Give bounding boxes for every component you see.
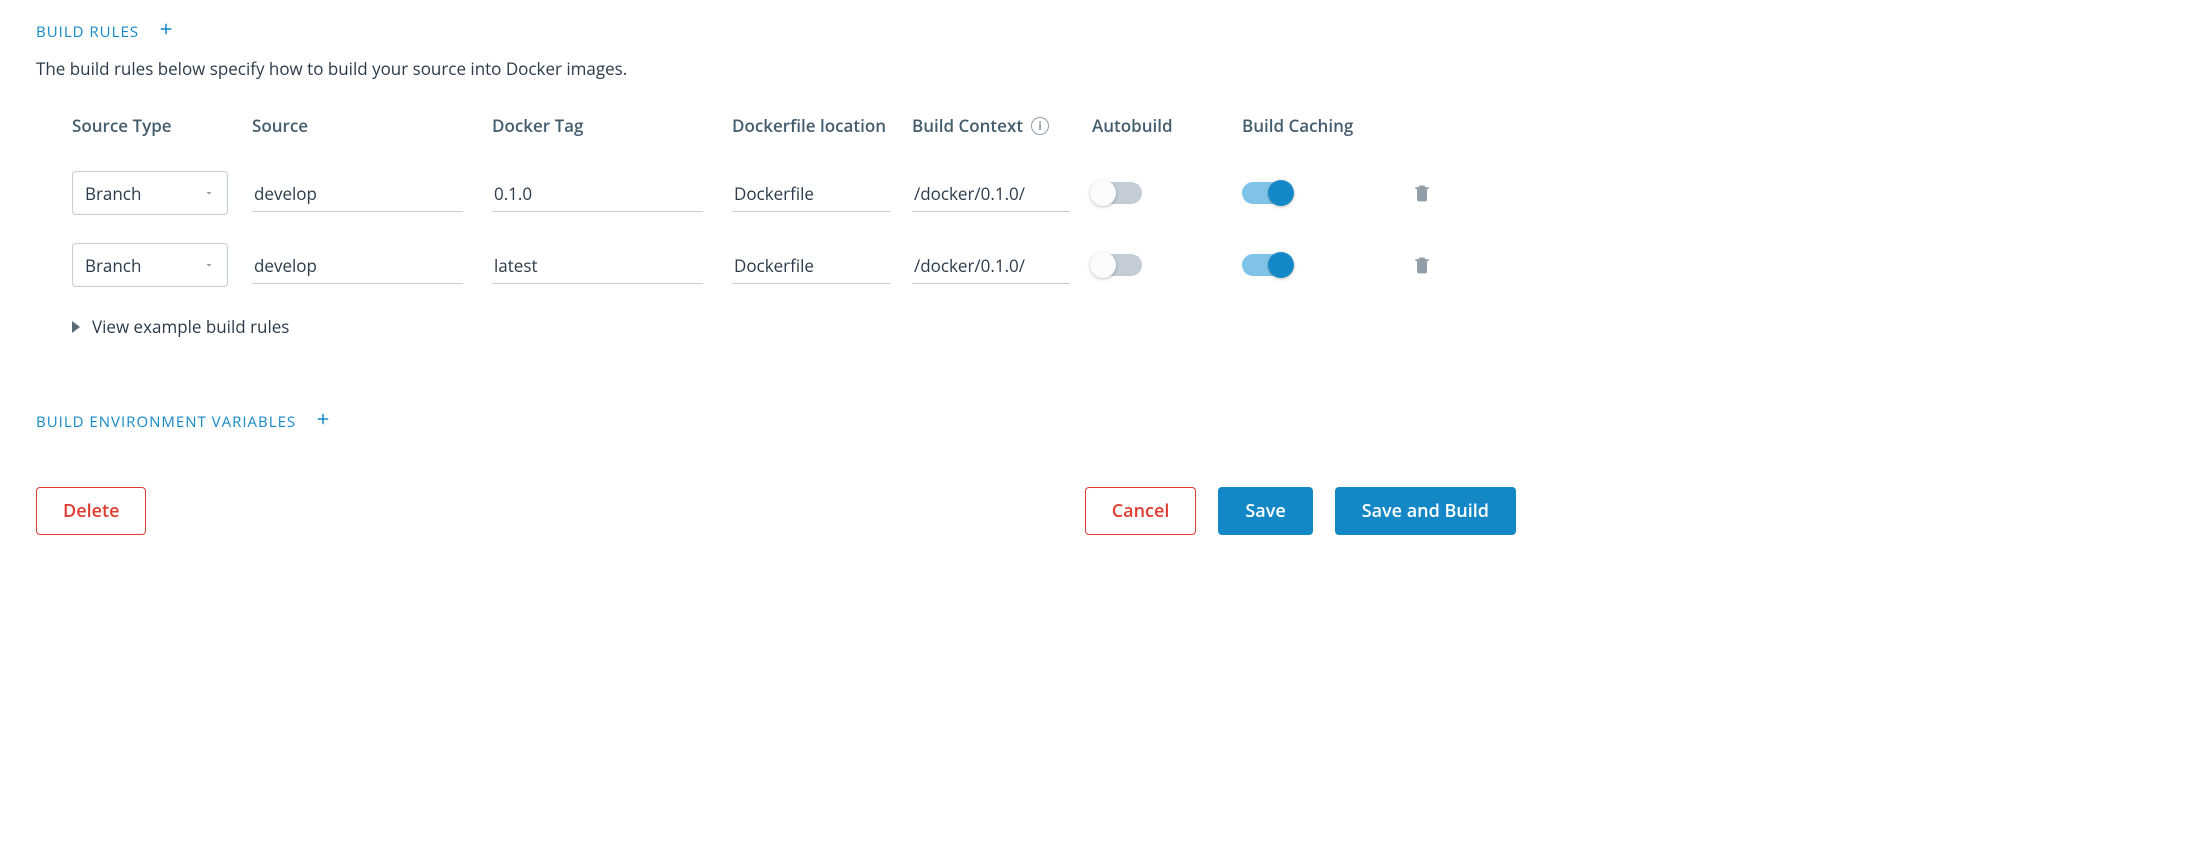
build-context-input[interactable]: [912, 174, 1070, 212]
build-rules-table: Source Type Source Docker Tag Dockerfile…: [36, 114, 1516, 338]
env-vars-title: BUILD ENVIRONMENT VARIABLES: [36, 412, 296, 432]
chevron-down-icon: [203, 187, 215, 199]
col-source-type: Source Type: [72, 114, 252, 137]
build-rules-title: BUILD RULES: [36, 22, 139, 42]
docker-tag-input[interactable]: [492, 174, 703, 212]
autobuild-toggle[interactable]: [1092, 182, 1142, 204]
col-build-context: Build Context i: [912, 114, 1092, 137]
source-type-value: Branch: [85, 254, 141, 277]
delete-row-button[interactable]: [1392, 254, 1452, 276]
chevron-down-icon: [203, 259, 215, 271]
build-caching-toggle[interactable]: [1242, 254, 1292, 276]
dockerfile-location-input[interactable]: [732, 246, 890, 284]
add-env-var-button[interactable]: [314, 410, 332, 433]
build-rules-description: The build rules below specify how to bui…: [36, 57, 2166, 80]
col-build-caching: Build Caching: [1242, 114, 1392, 137]
docker-tag-input[interactable]: [492, 246, 703, 284]
dockerfile-location-input[interactable]: [732, 174, 890, 212]
cancel-button[interactable]: Cancel: [1085, 487, 1197, 535]
autobuild-toggle[interactable]: [1092, 254, 1142, 276]
build-caching-toggle[interactable]: [1242, 182, 1292, 204]
source-type-select[interactable]: Branch: [72, 243, 228, 287]
col-docker-tag: Docker Tag: [492, 114, 732, 137]
chevron-right-icon: [72, 321, 80, 333]
source-input[interactable]: [252, 174, 463, 212]
source-input[interactable]: [252, 246, 463, 284]
trash-icon: [1412, 254, 1432, 276]
view-example-build-rules[interactable]: View example build rules: [72, 315, 1516, 338]
add-build-rule-button[interactable]: [157, 20, 175, 43]
table-row: Branch: [72, 229, 1516, 301]
build-context-input[interactable]: [912, 246, 1070, 284]
trash-icon: [1412, 182, 1432, 204]
delete-button[interactable]: Delete: [36, 487, 146, 535]
info-icon[interactable]: i: [1031, 117, 1049, 135]
save-and-build-button[interactable]: Save and Build: [1335, 487, 1516, 535]
col-source: Source: [252, 114, 492, 137]
source-type-select[interactable]: Branch: [72, 171, 228, 215]
save-button[interactable]: Save: [1218, 487, 1312, 535]
col-autobuild: Autobuild: [1092, 114, 1242, 137]
col-dockerfile-location: Dockerfile location: [732, 114, 912, 137]
source-type-value: Branch: [85, 182, 141, 205]
delete-row-button[interactable]: [1392, 182, 1452, 204]
table-row: Branch: [72, 157, 1516, 229]
